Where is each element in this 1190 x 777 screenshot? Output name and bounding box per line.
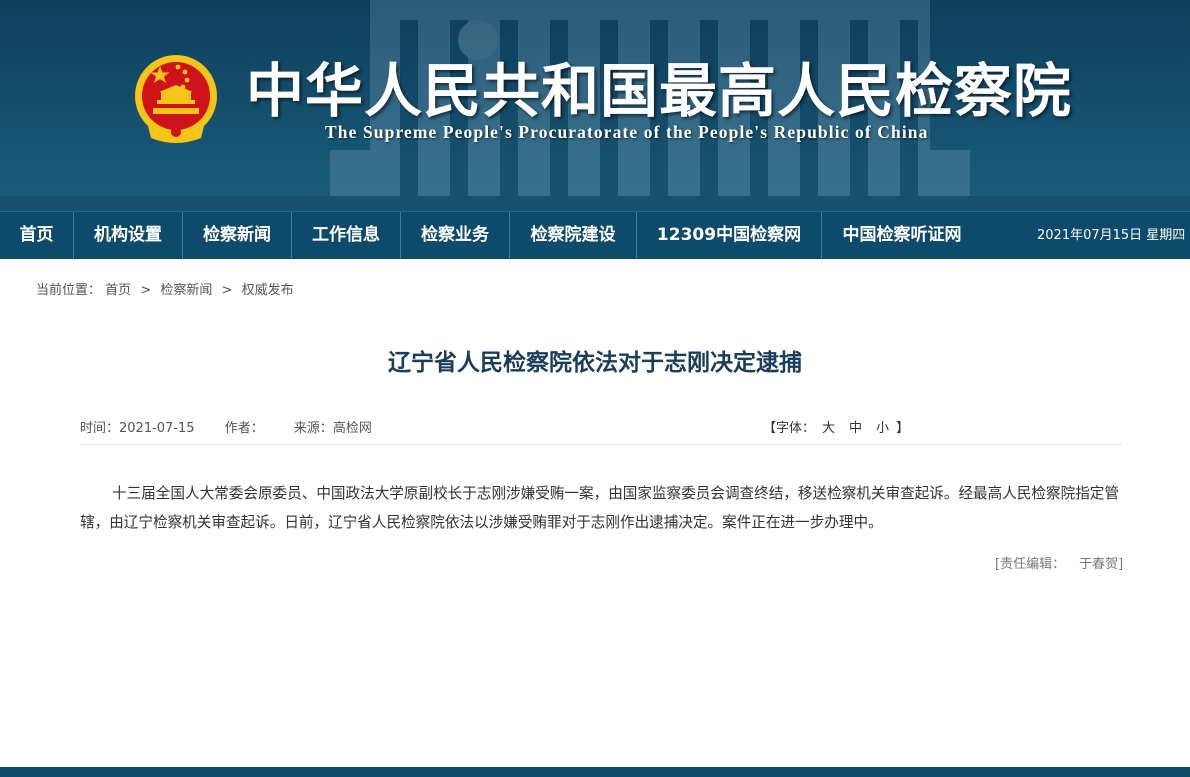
nav-item-organization[interactable]: 机构设置 xyxy=(74,212,182,259)
breadcrumb-separator: > xyxy=(221,283,233,298)
meta-divider xyxy=(80,444,1122,445)
font-size-large-button[interactable]: 大 xyxy=(822,421,835,436)
breadcrumb-separator: > xyxy=(140,283,152,298)
breadcrumb-authority[interactable]: 权威发布 xyxy=(242,283,294,298)
article-body: 十三届全国人大常委会原委员、中国政法大学原副校长于志刚涉嫌受贿一案，由国家监察委… xyxy=(80,485,1119,531)
font-size-medium-button[interactable]: 中 xyxy=(849,421,862,436)
national-emblem-icon xyxy=(135,55,217,143)
nav-item-home[interactable]: 首页 xyxy=(0,212,73,259)
article-source: 来源：高检网 xyxy=(293,421,372,436)
article-time: 时间：2021-07-15 xyxy=(80,421,195,436)
font-size-small-button[interactable]: 小 xyxy=(876,421,889,436)
footer-bar xyxy=(0,767,1190,777)
editor-name: 于春贺] xyxy=(1079,557,1124,572)
nav-item-construction[interactable]: 检察院建设 xyxy=(510,212,636,259)
nav-item-business[interactable]: 检察业务 xyxy=(401,212,509,259)
breadcrumb-news[interactable]: 检察新闻 xyxy=(160,283,212,298)
nav-item-12309[interactable]: 12309中国检察网 xyxy=(637,212,821,259)
nav-item-work-info[interactable]: 工作信息 xyxy=(292,212,400,259)
font-size-selector: 【字体： 大中小】 xyxy=(763,417,909,436)
article-title: 辽宁省人民检察院依法对于志刚决定逮捕 xyxy=(388,349,802,376)
header-banner: 中华人民共和国最高人民检察院 The Supreme People's Proc… xyxy=(0,0,1190,211)
article-meta: 时间：2021-07-15 作者： 来源：高检网 xyxy=(80,417,398,436)
nav-item-hearing[interactable]: 中国检察听证网 xyxy=(822,212,982,259)
font-size-label: 【字体： xyxy=(763,421,816,436)
nav-date: 2021年07月15日 星期四 xyxy=(1037,228,1186,243)
font-size-close: 】 xyxy=(896,421,910,436)
main-nav: 首页 机构设置 检察新闻 工作信息 检察业务 检察院建设 12309中国检察网 … xyxy=(0,211,1190,259)
nav-item-news[interactable]: 检察新闻 xyxy=(183,212,291,259)
site-title-cn: 中华人民共和国最高人民检察院 xyxy=(246,57,1073,125)
editor-label: [责任编辑： xyxy=(995,557,1066,572)
breadcrumb: 当前位置： 首页 > 检察新闻 > 权威发布 xyxy=(36,279,294,298)
responsible-editor: [责任编辑： 于春贺] xyxy=(995,553,1123,572)
site-title-en: The Supreme People's Procuratorate of th… xyxy=(325,122,929,142)
breadcrumb-label: 当前位置： xyxy=(36,283,102,298)
article-author: 作者： xyxy=(224,421,264,436)
breadcrumb-home[interactable]: 首页 xyxy=(105,283,131,298)
